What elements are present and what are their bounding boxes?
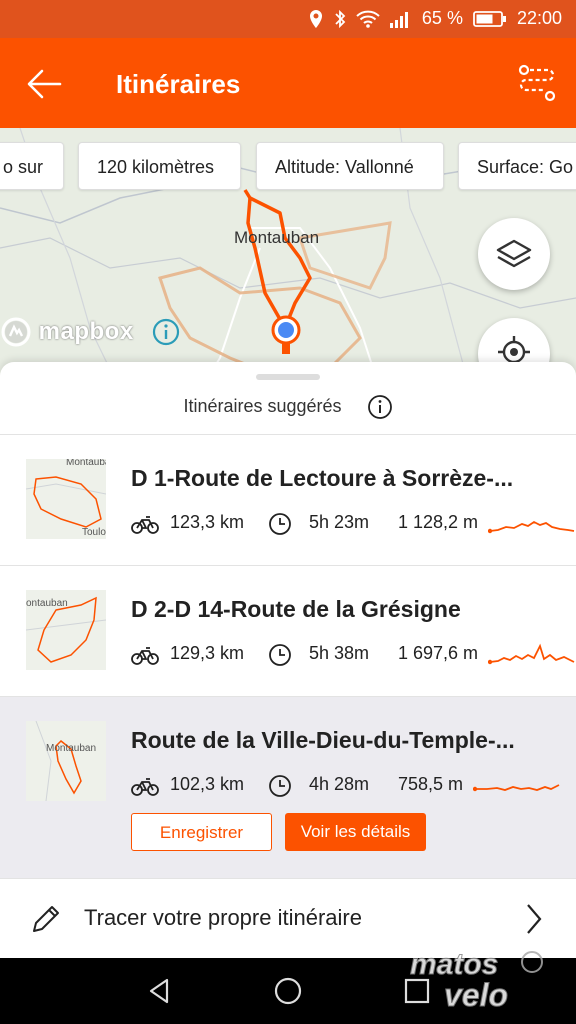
chip-elevation[interactable]: Altitude: Vallonné — [256, 142, 444, 190]
chip-route-type[interactable]: o sur — [0, 142, 64, 190]
chip-distance[interactable]: 120 kilomètres — [78, 142, 241, 190]
map-city-label: Montauban — [234, 228, 320, 247]
matosvelo-watermark: matos velo — [404, 944, 554, 1014]
nav-back-icon[interactable] — [145, 976, 175, 1006]
page-title: Itinéraires — [116, 69, 241, 99]
route-duration: 4h 28m — [309, 774, 370, 794]
status-bar: 65 % 22:00 — [0, 0, 576, 38]
route-name: Route de la Ville-Dieu-du-Temple-... — [131, 727, 515, 753]
layers-icon — [496, 239, 532, 268]
chip-surface[interactable]: Surface: Go — [458, 142, 576, 190]
draw-own-route-label: Tracer votre propre itinéraire — [84, 905, 362, 930]
back-arrow-icon[interactable] — [24, 64, 64, 104]
battery-icon — [473, 10, 506, 27]
elevation-profile — [488, 643, 575, 665]
route-name: D 2-D 14-Route de la Grésigne — [131, 596, 461, 622]
route-elevation: 1 128,2 m — [398, 512, 479, 532]
route-stats: 123,3 km 5h 23m 1 128,2 m — [131, 509, 576, 539]
thumb-label-top: Montauban — [46, 743, 97, 754]
chevron-right-icon — [527, 904, 542, 934]
route-name: D 1-Route de Lectoure à Sorrèze-... — [131, 465, 514, 491]
filter-chips: o sur 120 kilomètres Altitude: Vallonné … — [0, 142, 576, 192]
clock: 22:00 — [516, 8, 562, 28]
elevation-profile — [488, 520, 575, 534]
thumb-label-top: Montauban — [66, 459, 106, 468]
wifi-icon — [356, 10, 380, 28]
mapbox-logo-icon — [1, 317, 31, 347]
bike-icon — [131, 647, 159, 665]
route-distance: 123,3 km — [170, 512, 245, 532]
route-distance: 102,3 km — [170, 774, 245, 794]
watermark-logo-icon: matos velo — [410, 948, 543, 1014]
route-elevation: 1 697,6 m — [398, 643, 479, 663]
map-layers-button[interactable] — [478, 218, 550, 290]
mapbox-attribution: mapbox — [0, 316, 180, 348]
sheet-header: Itinéraires suggérés — [0, 394, 576, 420]
signal-icon — [389, 11, 408, 28]
route-planner-icon[interactable] — [516, 62, 558, 104]
elevation-profile — [473, 784, 560, 792]
route-card-2[interactable]: ontauban D 2-D 14-Route de la Grésigne 1… — [0, 565, 576, 695]
route-stats: 102,3 km 4h 28m 758,5 m — [131, 771, 576, 801]
map-view[interactable]: Montauban o sur 120 kilomètres Altitude:… — [0, 128, 576, 390]
route-stats: 129,3 km 5h 38m 1 697,6 m — [131, 640, 576, 670]
route-card-3-selected[interactable]: Montauban Route de la Ville-Dieu-du-Temp… — [0, 696, 576, 878]
sheet-drag-handle[interactable] — [256, 374, 320, 380]
map-info-icon[interactable] — [152, 318, 180, 346]
clock-icon — [269, 513, 291, 535]
save-route-button[interactable]: Enregistrer — [131, 813, 272, 851]
clock-icon — [269, 644, 291, 666]
suggested-routes-sheet: Itinéraires suggérés Montauban Toulo D 1… — [0, 362, 576, 958]
sheet-title: Itinéraires suggérés — [183, 395, 342, 416]
pencil-icon — [33, 906, 59, 932]
route-elevation: 758,5 m — [398, 774, 464, 794]
battery-percent: 65 % — [421, 8, 463, 28]
mapbox-logo-text: mapbox — [38, 318, 134, 345]
route-thumbnail: Montauban — [26, 721, 106, 801]
route-card-1[interactable]: Montauban Toulo D 1-Route de Lectoure à … — [0, 434, 576, 564]
route-thumbnail: Montauban Toulo — [26, 459, 106, 539]
thumb-label-bottom: Toulo — [82, 527, 106, 538]
route-distance: 129,3 km — [170, 643, 245, 663]
route-thumbnail: ontauban — [26, 590, 106, 670]
app-bar: Itinéraires — [0, 38, 576, 128]
route-duration: 5h 38m — [309, 643, 370, 663]
bike-icon — [131, 516, 159, 534]
location-icon — [309, 9, 322, 28]
bike-icon — [131, 778, 159, 796]
route-duration: 5h 23m — [309, 512, 370, 532]
thumb-label-top: ontauban — [26, 598, 68, 609]
watermark-line2: velo — [444, 977, 508, 1013]
view-details-button[interactable]: Voir les détails — [285, 813, 426, 851]
nav-home-icon[interactable] — [273, 976, 303, 1006]
bluetooth-icon — [335, 9, 346, 28]
route-map-thumbnail — [26, 721, 106, 801]
system-navigation-bar: matos velo — [0, 948, 576, 1024]
info-icon[interactable] — [367, 394, 393, 420]
status-icons: 65 % 22:00 — [308, 8, 562, 29]
clock-icon — [269, 775, 291, 797]
